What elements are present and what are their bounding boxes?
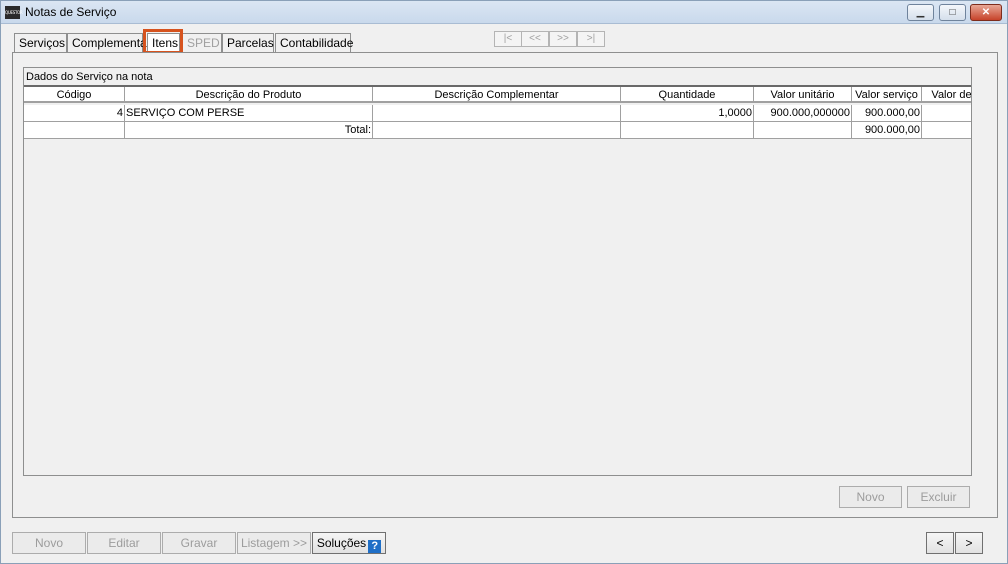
bottom-editar-button[interactable]: Editar: [87, 532, 161, 554]
bottom-gravar-button[interactable]: Gravar: [162, 532, 236, 554]
column-header-valor-servico[interactable]: Valor serviço: [852, 87, 922, 103]
row1-complementar-cell[interactable]: [373, 105, 621, 122]
row1-valor-servico-cell[interactable]: 900.000,00: [852, 105, 922, 122]
window-title: Notas de Serviço: [25, 5, 117, 19]
title-bar[interactable]: QUESTOR Notas de Serviço ▁ □ ✕: [1, 1, 1007, 24]
grid-caption: Dados do Serviço na nota: [26, 71, 153, 83]
total-label: Total:: [125, 122, 373, 139]
column-header-codigo[interactable]: Código: [24, 87, 125, 103]
services-grid[interactable]: Código Descrição do Produto Descrição Co…: [24, 85, 971, 475]
row1-quantidade-cell[interactable]: 1,0000: [621, 105, 754, 122]
total-empty-cell: [754, 122, 852, 139]
total-empty-cell: [922, 122, 971, 139]
bottom-solucoes-button[interactable]: Soluções?: [312, 532, 386, 554]
close-button[interactable]: ✕: [970, 4, 1002, 21]
tab-itens[interactable]: Itens: [147, 33, 180, 54]
panel-novo-button[interactable]: Novo: [839, 486, 902, 508]
row1-valor-unitario-cell[interactable]: 900.000,000000: [754, 105, 852, 122]
column-header-quantidade[interactable]: Quantidade: [621, 87, 754, 103]
total-empty-cell: [24, 122, 125, 139]
first-record-button[interactable]: |<: [494, 31, 522, 47]
minimize-button[interactable]: ▁: [907, 4, 934, 21]
help-icon: ?: [368, 540, 382, 553]
row1-valor-de-cell[interactable]: [922, 105, 971, 122]
bottom-novo-button[interactable]: Novo: [12, 532, 86, 554]
column-header-descricao-produto[interactable]: Descrição do Produto: [125, 87, 373, 103]
solucoes-label: Soluções: [316, 536, 367, 550]
last-record-button[interactable]: >|: [577, 31, 605, 47]
next-record-button[interactable]: >>: [549, 31, 577, 47]
previous-record-button[interactable]: <<: [521, 31, 549, 47]
main-window: QUESTOR Notas de Serviço ▁ □ ✕ Serviços …: [0, 0, 1008, 564]
total-valor-servico: 900.000,00: [852, 122, 922, 139]
tab-servicos[interactable]: Serviços: [14, 33, 67, 53]
total-empty-cell: [621, 122, 754, 139]
app-logo-icon: QUESTOR: [5, 6, 23, 19]
previous-page-button[interactable]: <: [926, 532, 954, 554]
panel-excluir-button[interactable]: Excluir: [907, 486, 970, 508]
column-header-descricao-complementar[interactable]: Descrição Complementar: [373, 87, 621, 103]
row1-codigo-cell[interactable]: 4: [24, 105, 125, 122]
tab-sped: SPED: [182, 33, 222, 53]
services-grid-group: Dados do Serviço na nota Código Descriçã…: [23, 67, 972, 476]
tab-complementar[interactable]: Complementar: [67, 33, 151, 53]
column-header-valor-de[interactable]: Valor de: [922, 87, 971, 103]
column-header-valor-unitario[interactable]: Valor unitário: [754, 87, 852, 103]
total-empty-cell: [373, 122, 621, 139]
maximize-button[interactable]: □: [939, 4, 966, 21]
row1-descricao-cell[interactable]: SERVIÇO COM PERSE: [125, 105, 373, 122]
bottom-listagem-button[interactable]: Listagem >>: [237, 532, 311, 554]
tab-parcelas[interactable]: Parcelas: [222, 33, 274, 53]
tab-contabilidade[interactable]: Contabilidade: [275, 33, 353, 53]
next-page-button[interactable]: >: [955, 532, 983, 554]
